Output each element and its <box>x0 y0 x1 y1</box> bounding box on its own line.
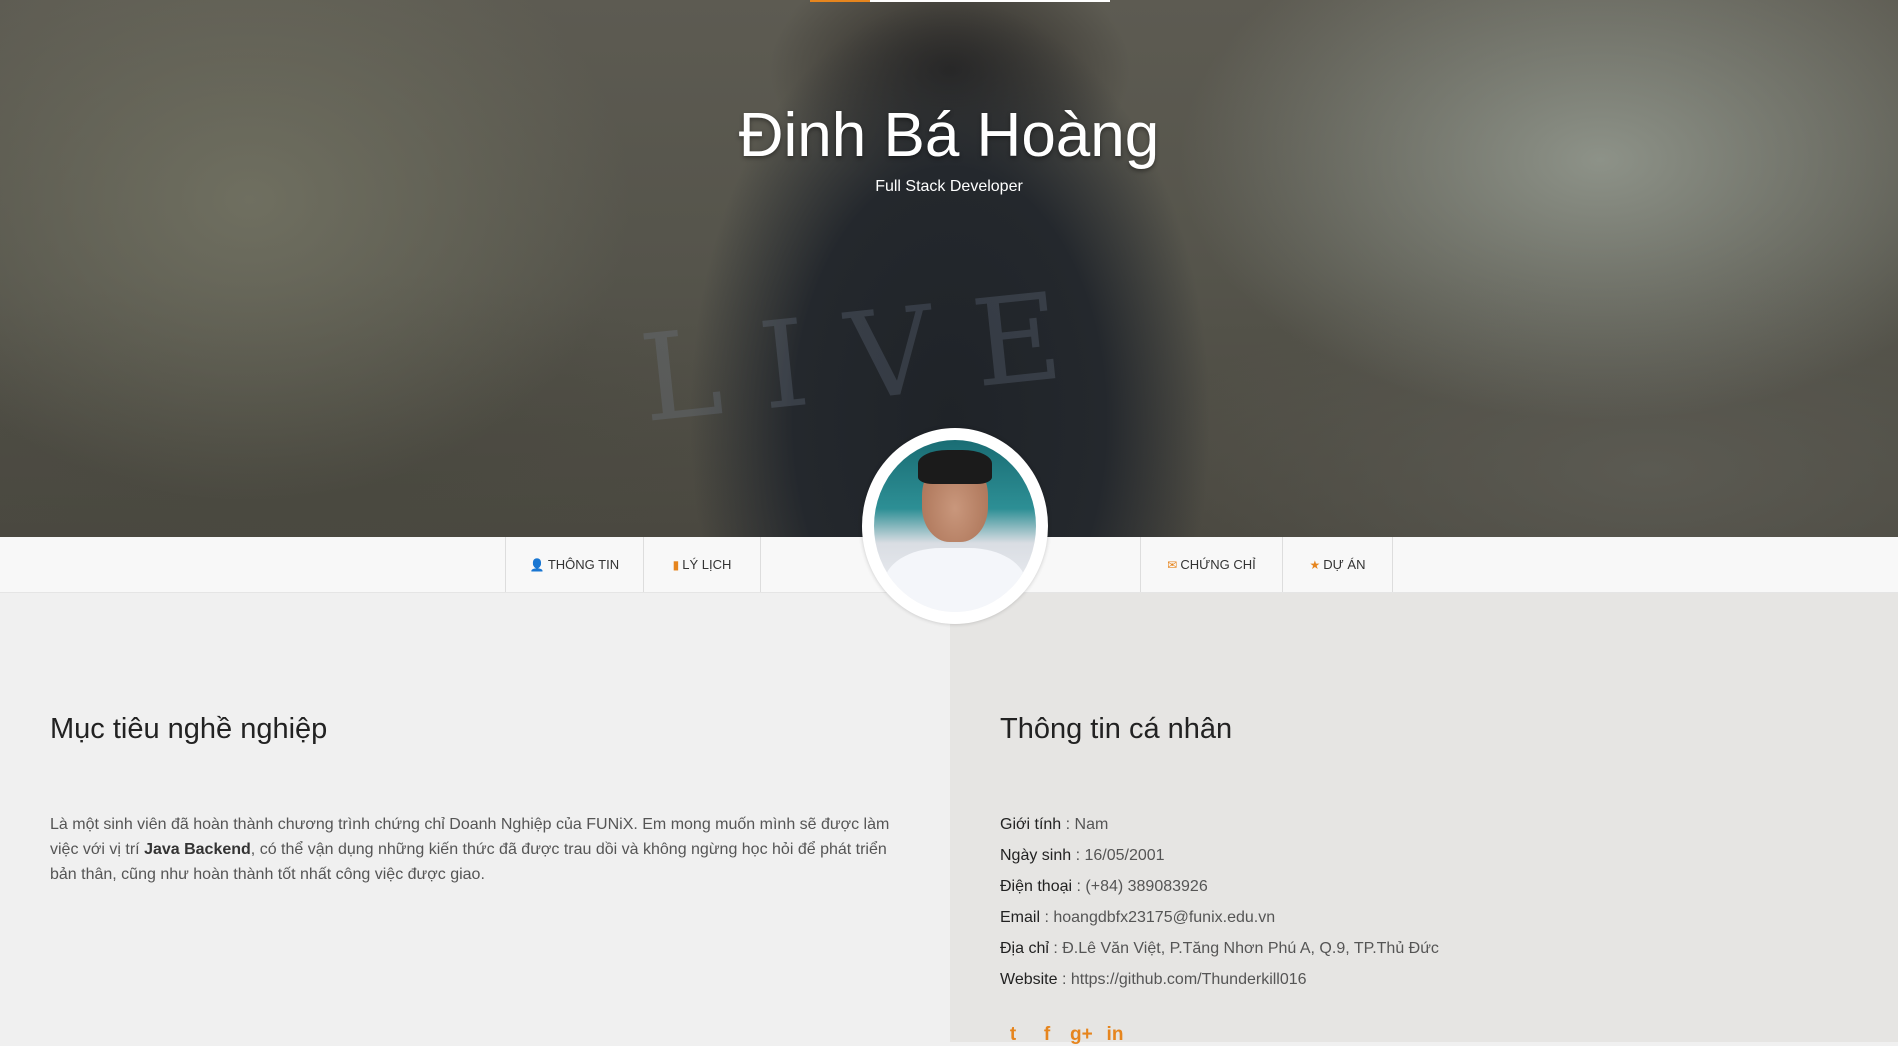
info-value: 16/05/2001 <box>1084 847 1165 864</box>
avatar-hair <box>918 450 992 484</box>
linkedin-icon[interactable]: in <box>1104 1024 1126 1046</box>
social-links: t f g+ in <box>1002 1024 1126 1046</box>
envelope-icon: ✉ <box>1167 557 1178 572</box>
info-row-birthday: Ngày sinh : 16/05/2001 <box>1000 847 1165 865</box>
nav-item-label: THÔNG TIN <box>547 557 620 572</box>
google-plus-icon[interactable]: g+ <box>1070 1024 1093 1046</box>
nav-item-chung-chi[interactable]: ✉ CHỨNG CHỈ <box>1140 537 1283 592</box>
nav-item-label: DỰ ÁN <box>1323 557 1366 572</box>
progress-bar-fill <box>810 0 870 2</box>
info-separator: : <box>1040 909 1054 926</box>
info-value: Nam <box>1074 816 1109 833</box>
nav-item-du-an[interactable]: ★ DỰ ÁN <box>1282 537 1393 592</box>
facebook-icon[interactable]: f <box>1036 1024 1058 1046</box>
info-label: Giới tính <box>1000 816 1062 833</box>
info-value: hoangdbfx23175@funix.edu.vn <box>1053 909 1276 926</box>
info-label: Địa chỉ <box>1000 940 1049 957</box>
info-separator: : <box>1072 878 1086 895</box>
objective-section: Mục tiêu nghề nghiệp Là một sinh viên đã… <box>0 593 950 1042</box>
objective-text-highlight: Java Backend <box>144 841 251 858</box>
info-row-email: Email : hoangdbfx23175@funix.edu.vn <box>1000 909 1275 927</box>
personal-info-heading: Thông tin cá nhân <box>1000 713 1233 745</box>
info-value-website-link[interactable]: https://github.com/Thunderkill016 <box>1071 971 1307 988</box>
star-icon: ★ <box>1309 557 1321 572</box>
file-icon: ▮ <box>672 557 680 572</box>
info-row-website: Website : https://github.com/Thunderkill… <box>1000 971 1307 989</box>
avatar <box>862 428 1048 624</box>
user-icon: 👤 <box>529 557 545 572</box>
info-row-gender: Giới tính : Nam <box>1000 816 1108 834</box>
nav-item-ly-lich[interactable]: ▮ LÝ LỊCH <box>643 537 761 592</box>
hero-shirt-lettering: LIVE <box>634 263 1108 450</box>
info-separator: : <box>1071 847 1085 864</box>
info-label: Ngày sinh <box>1000 847 1072 864</box>
personal-info-section: Thông tin cá nhân Giới tính : Nam Ngày s… <box>950 593 1898 1045</box>
avatar-photo <box>874 440 1036 612</box>
objective-heading: Mục tiêu nghề nghiệp <box>50 713 328 745</box>
progress-bar <box>810 0 1110 2</box>
info-separator: : <box>1061 816 1075 833</box>
info-row-address: Địa chỉ : Đ.Lê Văn Việt, P.Tăng Nhơn Phú… <box>1000 940 1439 958</box>
info-label: Website <box>1000 971 1058 988</box>
twitter-icon[interactable]: t <box>1002 1024 1024 1046</box>
hero-job-title: Full Stack Developer <box>875 178 1023 195</box>
info-value: Đ.Lê Văn Việt, P.Tăng Nhơn Phú A, Q.9, T… <box>1062 940 1439 957</box>
nav-item-label: CHỨNG CHỈ <box>1180 557 1256 572</box>
info-label: Điện thoại <box>1000 878 1073 895</box>
objective-text: Là một sinh viên đã hoàn thành chương tr… <box>50 812 910 887</box>
info-label: Email <box>1000 909 1041 926</box>
info-row-phone: Điện thoại : (+84) 389083926 <box>1000 878 1208 896</box>
nav-item-thong-tin[interactable]: 👤 THÔNG TIN <box>505 537 644 592</box>
nav-item-label: LÝ LỊCH <box>682 557 732 572</box>
hero-name: Đinh Bá Hoàng <box>738 101 1160 170</box>
info-separator: : <box>1057 971 1071 988</box>
info-value: (+84) 389083926 <box>1085 878 1208 895</box>
avatar-shirt <box>884 548 1026 612</box>
info-separator: : <box>1048 940 1063 957</box>
